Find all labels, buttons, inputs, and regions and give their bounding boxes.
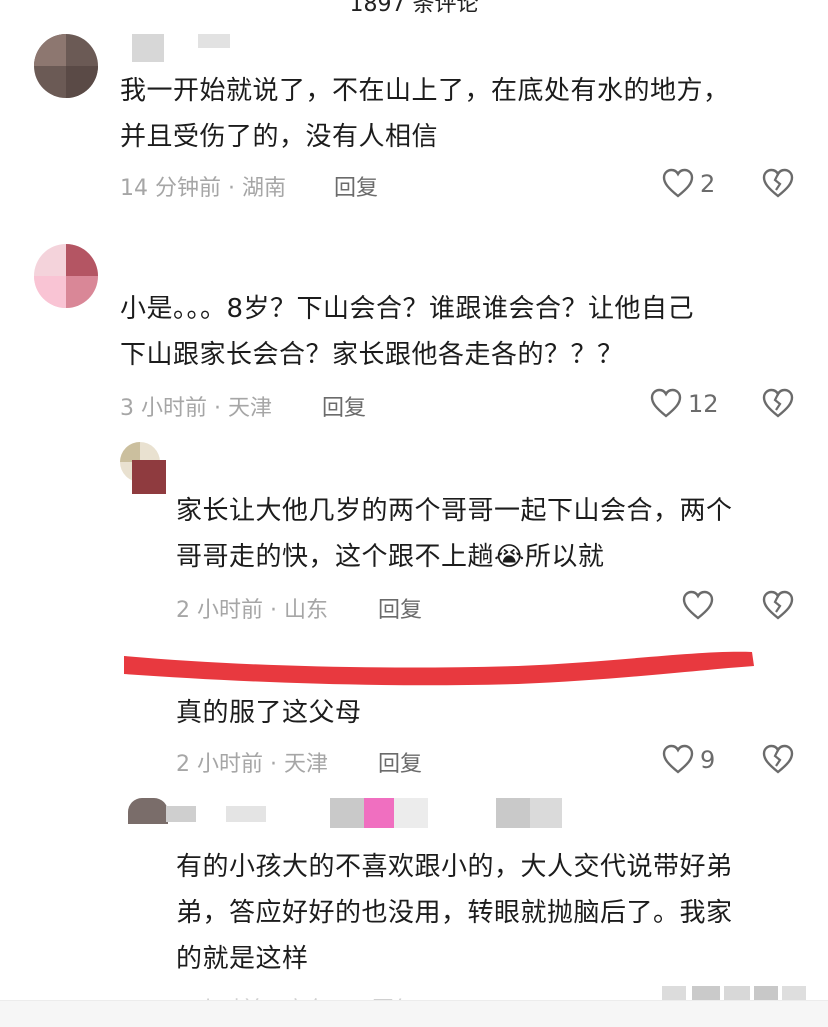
comments-count-title: 1897 条评论 [349,0,479,17]
broken-heart-icon[interactable] [762,590,794,620]
avatar[interactable] [34,34,98,98]
like-count: 9 [700,746,716,774]
comment-text: 我一开始就说了，不在山上了，在底处有水的地方， 并且受伤了的，没有人相信 [120,68,810,160]
comment-text: 真的服了这父母 [176,690,806,736]
comment-line: 弟，答应好好的也没用，转眼就抛脑后了。我家 [176,898,733,928]
comment-meta: 2 小时前 · 天津 [176,752,328,777]
comment-meta: 2 小时前 · 山东 [176,598,328,623]
avatar-mosaic [132,460,166,494]
comment-meta: 14 分钟前 · 湖南 [120,176,286,201]
comment-text: 小是。。。8岁？下山会合？谁跟谁会合？让他自己 下山跟家长会合？家长跟他各走各的… [120,286,810,378]
comment-text: 有的小孩大的不喜欢跟小的，大人交代说带好弟 弟，答应好好的也没用，转眼就抛脑后了… [176,844,806,982]
heart-icon[interactable] [650,388,682,418]
like-count: 12 [688,390,719,418]
comment-line: 家长让大他几岁的两个哥哥一起下山会合，两个 [176,496,733,526]
heart-icon[interactable] [682,590,714,620]
broken-heart-icon[interactable] [762,744,794,774]
red-marker-strike [124,651,754,686]
avatar[interactable] [34,244,98,308]
crying-emoji-icon: 😭 [494,542,525,572]
heart-icon[interactable] [662,744,694,774]
broken-heart-icon[interactable] [762,168,794,198]
comment-meta: 3 小时前 · 天津 [120,396,272,421]
username-mosaic[interactable] [132,34,232,62]
comment-line: 的就是这样 [176,944,309,974]
bottom-bar [0,1000,828,1027]
reply-button[interactable]: 回复 [334,170,378,202]
comment-line: 小是。。。8岁？下山会合？谁跟谁会合？让他自己 [120,294,695,324]
reply-button[interactable]: 回复 [378,592,422,624]
like-count: 2 [700,170,716,198]
comment-line: 真的服了这父母 [176,698,362,728]
username-mosaic[interactable] [166,798,566,832]
comment-line: 哥哥走的快，这个跟不上趟😭所以就 [176,542,605,572]
reply-button[interactable]: 回复 [378,746,422,778]
broken-heart-icon[interactable] [762,388,794,418]
reply-button[interactable]: 回复 [322,390,366,422]
comment-line: 有的小孩大的不喜欢跟小的，大人交代说带好弟 [176,852,733,882]
comment-line: 我一开始就说了，不在山上了，在底处有水的地方， [120,76,730,106]
comment-text: 家长让大他几岁的两个哥哥一起下山会合，两个 哥哥走的快，这个跟不上趟😭所以就 [176,488,806,580]
heart-icon[interactable] [662,168,694,198]
comment-line: 下山跟家长会合？家长跟他各走各的？？？ [120,340,624,370]
comment-line: 并且受伤了的，没有人相信 [120,122,439,152]
avatar[interactable] [128,798,168,826]
